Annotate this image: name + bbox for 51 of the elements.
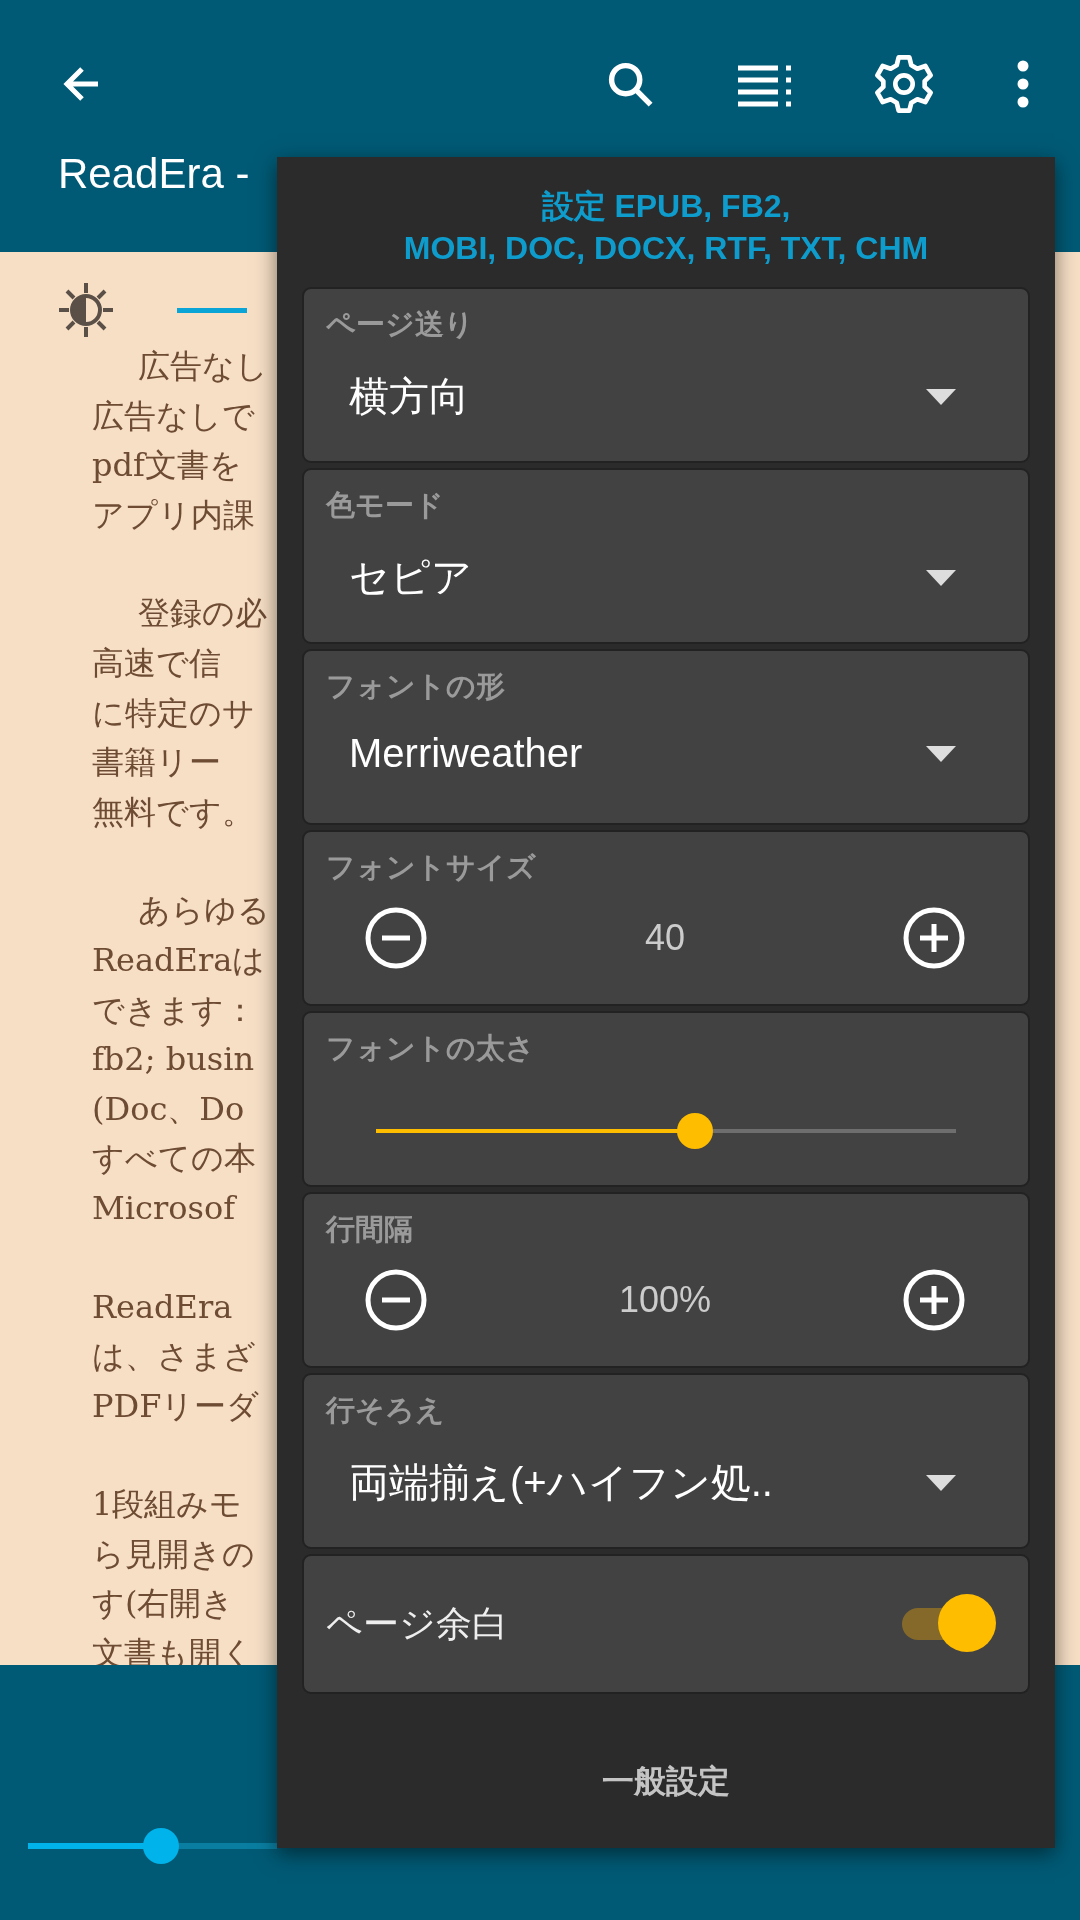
setting-label: フォントの形 — [326, 669, 506, 704]
text-line: は、さまざ — [92, 1336, 257, 1378]
more-icon[interactable] — [1016, 60, 1030, 108]
text-line: 無料です。 — [92, 791, 255, 833]
text-line: ら見開きの — [92, 1533, 256, 1575]
text-line: ReadEraは — [92, 939, 267, 981]
caret-icon — [926, 569, 956, 586]
setting-label: フォントの太さ — [326, 1031, 536, 1066]
dropdown[interactable]: セピア — [326, 526, 1006, 605]
minus-icon[interactable] — [364, 906, 428, 970]
text-line: アプリ内課 — [92, 494, 256, 536]
text-line: できます： — [92, 989, 257, 1031]
dropdown[interactable]: Merriweather — [326, 707, 1006, 776]
text-line: 高速で信 — [92, 642, 222, 684]
text-line: Microsof — [92, 1187, 238, 1229]
general-settings-link[interactable]: 一般設定 — [602, 1760, 730, 1804]
text-line: 1段組みモ — [92, 1484, 244, 1526]
setting-label: ページ余白 — [326, 1601, 508, 1646]
setting-label: フォントサイズ — [326, 850, 537, 885]
setting-label: 行そろえ — [326, 1393, 446, 1428]
plus-icon[interactable] — [902, 1268, 966, 1332]
setting-label: 行間隔 — [326, 1212, 414, 1247]
setting-label: 色モード — [326, 488, 445, 523]
text-line: す(右開き — [92, 1583, 236, 1625]
text-line: (Doc、Do — [92, 1088, 246, 1130]
setting-value: 100% — [618, 1279, 712, 1321]
brightness-icon[interactable] — [58, 282, 114, 338]
text-line: 広告なしで — [92, 395, 256, 437]
text-line: ReadEra — [92, 1286, 234, 1328]
caret-icon — [926, 1474, 956, 1491]
book-title: ReadEra - — [58, 150, 251, 198]
text-line: fb2; busin — [92, 1039, 255, 1081]
text-line: すべての本 — [92, 1138, 257, 1180]
text-line: PDFリーダ — [92, 1385, 261, 1427]
text-line: 登録の必 — [137, 593, 268, 635]
text-line: あらゆる — [137, 890, 271, 932]
panel-title: MOBI, DOC, DOCX, RTF, TXT, CHM — [402, 229, 930, 268]
text-line: 書籍リー — [92, 742, 222, 784]
panel-title: 設定 EPUB, FB2, — [540, 187, 792, 226]
setting-label: ページ送り — [326, 307, 475, 342]
setting-value: 40 — [644, 917, 685, 959]
dropdown[interactable]: 横方向 — [326, 345, 1006, 424]
text-line: に特定のサ — [92, 692, 256, 734]
settings-icon[interactable] — [872, 52, 936, 116]
text-line: 広告なし — [137, 346, 269, 387]
text-line: pdf文書を — [92, 445, 243, 487]
minus-icon[interactable] — [364, 1268, 428, 1332]
caret-icon — [926, 388, 956, 405]
plus-icon[interactable] — [902, 906, 966, 970]
caret-icon — [926, 745, 956, 762]
dropdown[interactable]: 両端揃え(+ハイフン処.. — [326, 1431, 1006, 1510]
